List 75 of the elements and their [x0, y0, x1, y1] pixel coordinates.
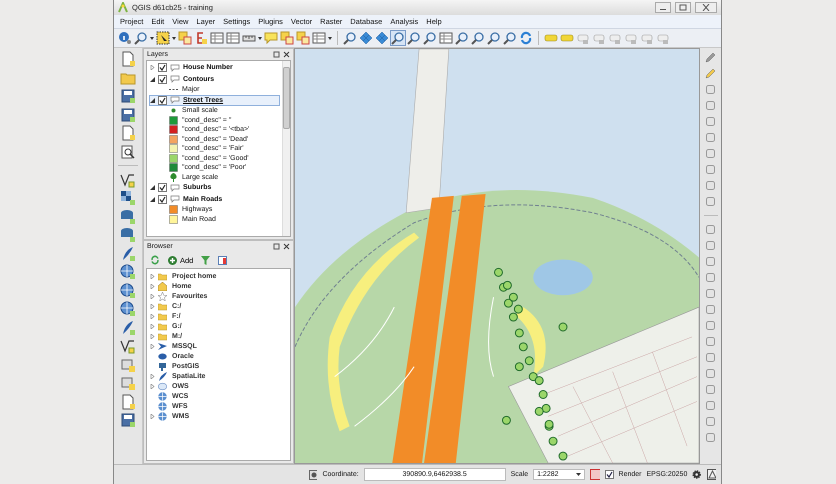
- zoom-in-icon[interactable]: [391, 31, 405, 45]
- filter-icon[interactable]: [201, 256, 210, 264]
- feather-icon: [158, 372, 167, 380]
- mssql-icon: [158, 342, 167, 350]
- layer-checkbox[interactable]: [158, 194, 167, 204]
- db-icon: [158, 352, 167, 360]
- save-icon[interactable]: [120, 88, 136, 104]
- pan-selection-icon[interactable]: [375, 31, 389, 45]
- raster-layer-icon[interactable]: [120, 190, 136, 206]
- render-checkbox[interactable]: [604, 470, 614, 479]
- close-button[interactable]: [695, 2, 717, 13]
- save-as-icon[interactable]: [120, 106, 136, 122]
- scrollbar[interactable]: [282, 61, 290, 236]
- zoom-next-icon[interactable]: [503, 31, 517, 45]
- refresh-icon[interactable]: [150, 255, 160, 265]
- pan-map-icon[interactable]: [359, 31, 373, 45]
- app-logo-icon: [118, 2, 128, 13]
- zoom-last-icon[interactable]: [487, 31, 501, 45]
- float-icon[interactable]: [273, 243, 280, 250]
- wcs-layer-icon[interactable]: [120, 301, 136, 317]
- globe-icon: [158, 392, 167, 400]
- spatialite-layer-icon[interactable]: [120, 227, 136, 243]
- close-icon[interactable]: [283, 243, 290, 250]
- home-icon: [158, 282, 167, 290]
- stop-render-icon[interactable]: [590, 469, 600, 480]
- folder-icon: [158, 272, 167, 280]
- delimited-text-icon[interactable]: [120, 338, 136, 354]
- deselect-icon[interactable]: [178, 31, 192, 45]
- layer-checkbox[interactable]: [158, 63, 167, 72]
- coordinate-toggle-icon[interactable]: [309, 470, 318, 480]
- zoom-layer-icon[interactable]: [471, 31, 485, 45]
- star-icon: [158, 292, 167, 300]
- identify-icon[interactable]: [118, 31, 132, 45]
- expand-arrow-icon[interactable]: [150, 196, 155, 202]
- scroll-thumb[interactable]: [283, 67, 290, 129]
- zoom-selection-icon[interactable]: [455, 31, 469, 45]
- plus-icon[interactable]: [168, 256, 177, 264]
- caret-icon[interactable]: [150, 36, 154, 40]
- attribute-table-icon[interactable]: [210, 31, 224, 45]
- refresh-icon[interactable]: [519, 31, 533, 45]
- zoom-out-icon[interactable]: [407, 31, 421, 45]
- select-icon[interactable]: [156, 31, 170, 45]
- layout-manager-icon[interactable]: [120, 144, 136, 160]
- caret-icon[interactable]: [328, 36, 332, 40]
- caret-icon[interactable]: [258, 36, 262, 40]
- layer-style-icon: [170, 96, 180, 104]
- close-icon[interactable]: [702, 4, 710, 11]
- settings-icon[interactable]: [692, 469, 702, 480]
- postgis-layer-icon[interactable]: [120, 208, 136, 224]
- messages-icon[interactable]: [706, 469, 716, 480]
- pencil-icon[interactable]: [705, 52, 716, 63]
- minimize-button[interactable]: [655, 2, 671, 13]
- globe-icon: [158, 402, 167, 410]
- layer-checkbox[interactable]: [158, 183, 167, 192]
- pencil-icon[interactable]: [705, 68, 716, 79]
- close-icon[interactable]: [283, 51, 290, 58]
- vector-layer-icon[interactable]: [120, 172, 136, 188]
- expand-arrow-icon[interactable]: [150, 185, 155, 190]
- ows-icon: [158, 382, 167, 390]
- expand-arrow-icon[interactable]: [150, 76, 155, 82]
- caret-icon[interactable]: [172, 36, 176, 40]
- zoom-icon[interactable]: [134, 31, 148, 45]
- layer-checkbox[interactable]: [158, 74, 167, 84]
- expression-icon[interactable]: [194, 31, 208, 45]
- maximize-icon[interactable]: [679, 4, 687, 11]
- maximize-button[interactable]: [675, 2, 691, 13]
- document-icon[interactable]: [120, 51, 136, 67]
- zoom-native-icon[interactable]: [423, 31, 437, 45]
- wms-layer-icon[interactable]: [120, 282, 136, 298]
- float-icon[interactable]: [273, 51, 280, 58]
- expand-arrow-icon[interactable]: [150, 98, 155, 103]
- globe-icon: [158, 412, 167, 420]
- caret-icon[interactable]: [576, 473, 582, 476]
- layer-checkbox[interactable]: [158, 96, 167, 105]
- collapse-icon[interactable]: [218, 256, 228, 264]
